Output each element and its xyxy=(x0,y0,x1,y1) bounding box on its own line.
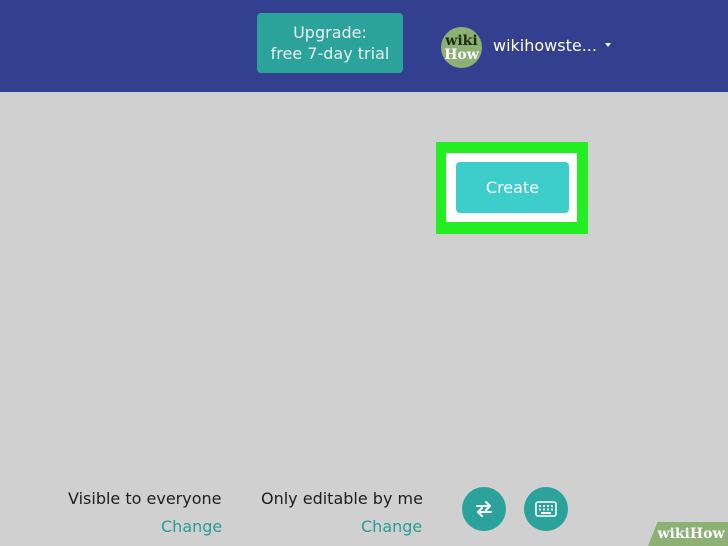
keyboard-icon xyxy=(535,501,557,517)
username-label[interactable]: wikihowste... xyxy=(493,36,597,55)
upgrade-label-line2: free 7-day trial xyxy=(270,44,390,63)
wikihow-watermark: wiki How xyxy=(648,522,728,546)
avatar-text-top: wiki xyxy=(445,32,478,49)
upgrade-label-line1: Upgrade: xyxy=(293,23,367,42)
create-button[interactable]: Create xyxy=(456,162,569,213)
swap-arrows-icon xyxy=(476,501,492,517)
swap-button[interactable] xyxy=(462,487,506,531)
top-navigation-bar: Upgrade: free 7-day trial wiki How wikih… xyxy=(0,0,728,92)
watermark-how: How xyxy=(689,526,725,542)
visibility-change-link[interactable]: Change xyxy=(161,517,222,536)
avatar-text-bottom: How xyxy=(444,46,479,63)
edit-permission-label: Only editable by me xyxy=(261,489,423,508)
visibility-label: Visible to everyone xyxy=(68,489,222,508)
watermark-wiki: wiki xyxy=(657,526,690,542)
caret-down-icon[interactable] xyxy=(605,43,611,47)
create-button-label: Create xyxy=(485,178,540,197)
avatar[interactable]: wiki How xyxy=(441,27,482,68)
keyboard-button[interactable] xyxy=(524,487,568,531)
upgrade-trial-button[interactable]: Upgrade: free 7-day trial xyxy=(257,13,403,73)
edit-permission-change-link[interactable]: Change xyxy=(361,517,422,536)
